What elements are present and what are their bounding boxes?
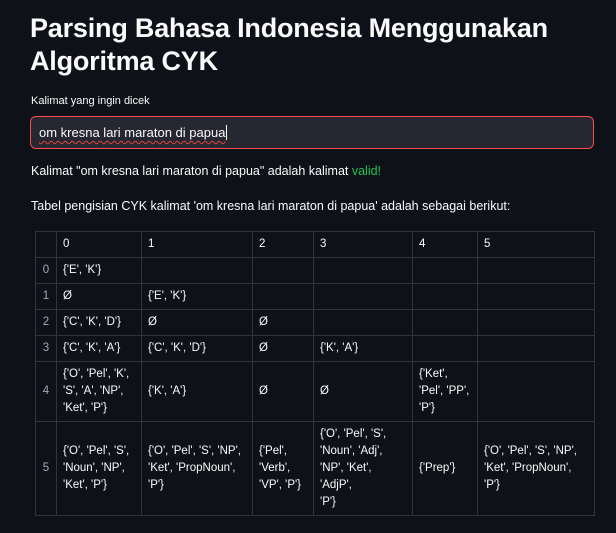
- table-cell[interactable]: [412, 283, 478, 310]
- row-index: 3: [35, 335, 57, 362]
- table-header-row: 0 1 2 3 4 5: [35, 231, 595, 258]
- table-cell[interactable]: [313, 283, 413, 310]
- result-text: Kalimat "om kresna lari maraton di papua…: [31, 164, 352, 178]
- table-cell[interactable]: {'O', 'Pel', 'S', 'Noun', 'Adj', 'NP', '…: [313, 421, 413, 516]
- table-cell[interactable]: {'C', 'K', 'A'}: [56, 335, 142, 362]
- sentence-input[interactable]: om kresna lari maraton di papua: [30, 116, 594, 149]
- table-cell[interactable]: {'O', 'Pel', 'S', 'NP', 'Ket', 'PropNoun…: [141, 421, 253, 516]
- table-row: 3 {'C', 'K', 'A'} {'C', 'K', 'D'} Ø {'K'…: [35, 335, 595, 362]
- table-cell[interactable]: {'C', 'K', 'D'}: [141, 335, 253, 362]
- table-cell[interactable]: [477, 361, 595, 422]
- row-index: 4: [35, 361, 57, 422]
- validation-result: Kalimat "om kresna lari maraton di papua…: [31, 164, 381, 178]
- table-cell[interactable]: {'O', 'Pel', 'K', 'S', 'A', 'NP', 'Ket',…: [56, 361, 142, 422]
- table-cell[interactable]: [412, 257, 478, 284]
- table-cell[interactable]: [477, 309, 595, 336]
- column-header[interactable]: 2: [252, 231, 314, 258]
- table-intro-text: Tabel pengisian CYK kalimat 'om kresna l…: [31, 199, 511, 213]
- table-cell[interactable]: [477, 257, 595, 284]
- table-cell[interactable]: {'C', 'K', 'D'}: [56, 309, 142, 336]
- table-cell[interactable]: [313, 309, 413, 336]
- table-cell[interactable]: {'K', 'A'}: [141, 361, 253, 422]
- row-index: 5: [35, 421, 57, 516]
- table-cell[interactable]: [477, 335, 595, 362]
- table-cell[interactable]: [313, 257, 413, 284]
- sentence-input-value: om kresna lari maraton di papua: [39, 125, 226, 140]
- column-header[interactable]: 0: [56, 231, 142, 258]
- table-cell[interactable]: [477, 283, 595, 310]
- table-cell[interactable]: {'Pel', 'Verb', 'VP', 'P'}: [252, 421, 314, 516]
- row-index: 1: [35, 283, 57, 310]
- table-row: 5 {'O', 'Pel', 'S', 'Noun', 'NP', 'Ket',…: [35, 421, 595, 516]
- column-header[interactable]: 1: [141, 231, 253, 258]
- table-cell[interactable]: [141, 257, 253, 284]
- table-cell[interactable]: {'K', 'A'}: [313, 335, 413, 362]
- table-cell[interactable]: Ø: [252, 309, 314, 336]
- table-row: 0 {'E', 'K'}: [35, 257, 595, 284]
- cyk-table: 0 1 2 3 4 5 0 {'E', 'K'} 1 Ø {'E', 'K'} …: [35, 231, 595, 516]
- table-cell[interactable]: Ø: [313, 361, 413, 422]
- table-cell[interactable]: {'E', 'K'}: [56, 257, 142, 284]
- text-caret: [226, 125, 228, 140]
- table-cell[interactable]: Ø: [252, 335, 314, 362]
- table-cell[interactable]: [412, 335, 478, 362]
- table-cell[interactable]: {'Ket', 'Pel', 'PP', 'P'}: [412, 361, 478, 422]
- row-index: 0: [35, 257, 57, 284]
- table-cell[interactable]: Ø: [252, 361, 314, 422]
- table-cell[interactable]: {'O', 'Pel', 'S', 'Noun', 'NP', 'Ket', '…: [56, 421, 142, 516]
- table-cell[interactable]: Ø: [56, 283, 142, 310]
- table-cell[interactable]: Ø: [141, 309, 253, 336]
- column-header[interactable]: 3: [313, 231, 413, 258]
- app-main: Parsing Bahasa Indonesia Menggunakan Alg…: [0, 0, 616, 533]
- table-cell[interactable]: [412, 309, 478, 336]
- table-row: 2 {'C', 'K', 'D'} Ø Ø: [35, 309, 595, 336]
- table-corner-cell: [35, 231, 57, 258]
- table-cell[interactable]: {'E', 'K'}: [141, 283, 253, 310]
- table-cell[interactable]: [252, 257, 314, 284]
- table-row: 4 {'O', 'Pel', 'K', 'S', 'A', 'NP', 'Ket…: [35, 361, 595, 422]
- table-cell[interactable]: [252, 283, 314, 310]
- table-cell[interactable]: {'Prep'}: [412, 421, 478, 516]
- table-row: 1 Ø {'E', 'K'}: [35, 283, 595, 310]
- table-cell[interactable]: {'O', 'Pel', 'S', 'NP', 'Ket', 'PropNoun…: [477, 421, 595, 516]
- row-index: 2: [35, 309, 57, 336]
- result-status: valid!: [351, 164, 382, 178]
- sentence-input-label: Kalimat yang ingin dicek: [31, 95, 150, 107]
- page-title: Parsing Bahasa Indonesia Menggunakan Alg…: [30, 13, 548, 76]
- column-header[interactable]: 5: [477, 231, 595, 258]
- column-header[interactable]: 4: [412, 231, 478, 258]
